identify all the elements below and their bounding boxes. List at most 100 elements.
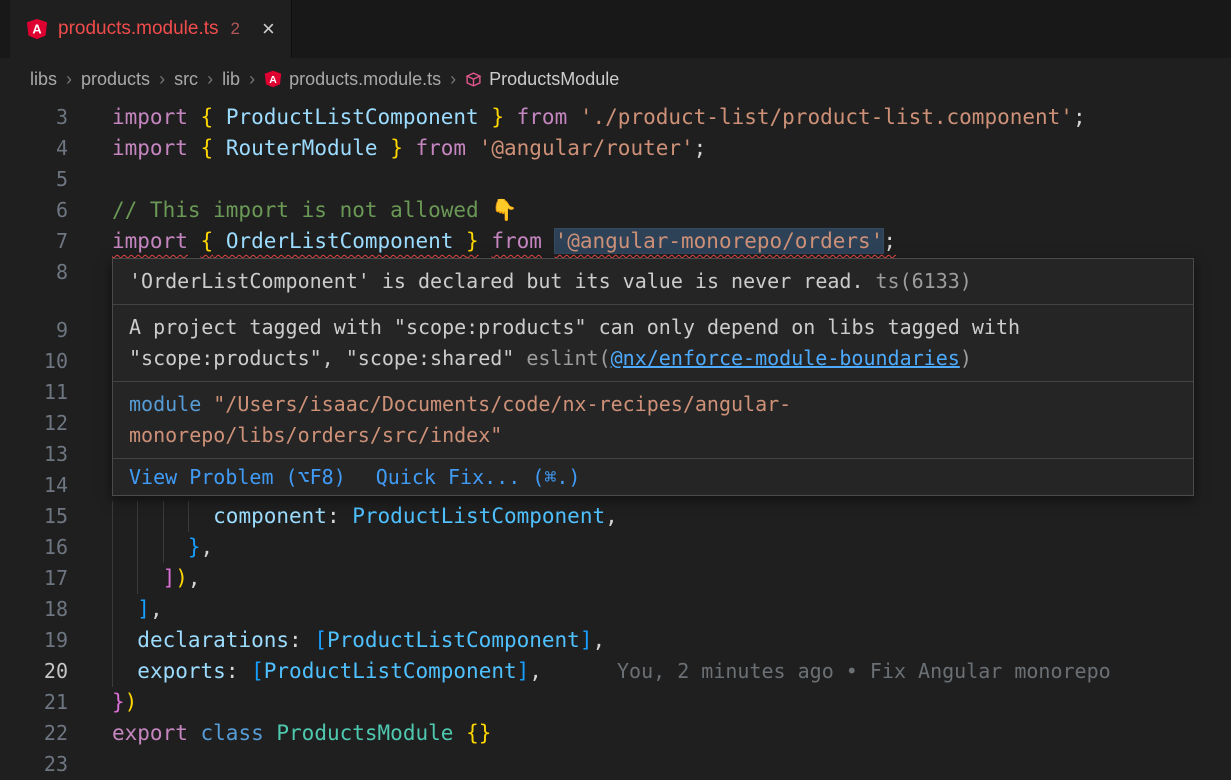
line-number-20[interactable]: 20	[0, 656, 68, 687]
editor-pane[interactable]: 3 import { ProductListComponent } from '.…	[0, 0, 1231, 780]
code-token	[542, 229, 555, 253]
code-token	[188, 105, 201, 129]
line-number-12[interactable]: 12	[0, 408, 68, 439]
line-number-8[interactable]: 8	[0, 257, 68, 288]
code-line-18[interactable]: 18 ],	[0, 594, 1231, 625]
code-token: :	[327, 504, 352, 528]
code-token: import	[112, 136, 188, 160]
code-token	[112, 659, 137, 683]
hover-actions: View Problem (⌥F8) Quick Fix... (⌘.)	[113, 458, 1193, 495]
code-token: }	[112, 690, 125, 714]
ts-error-text: 'OrderListComponent' is declared but its…	[129, 269, 864, 293]
code-token: OrderListComponent	[213, 229, 466, 253]
line-number-10[interactable]: 10	[0, 346, 68, 377]
code-token: RouterModule	[213, 136, 390, 160]
line-number-7[interactable]: 7	[0, 226, 68, 257]
code-line-20[interactable]: 20 exports: [ProductListComponent],You, …	[0, 656, 1231, 687]
code-line-6[interactable]: 6 // This import is not allowed 👇	[0, 195, 1231, 226]
code-token: ,	[529, 659, 542, 683]
line-number-13[interactable]: 13	[0, 439, 68, 470]
line-number-23[interactable]: 23	[0, 749, 68, 780]
hover-module-message: module"/Users/isaac/Documents/code/nx-re…	[113, 381, 1193, 458]
view-problem-button[interactable]: View Problem (⌥F8)	[129, 465, 346, 489]
code-text: })	[112, 687, 137, 718]
code-line-21[interactable]: 21})	[0, 687, 1231, 718]
code-token: ;	[883, 229, 896, 253]
code-token: ]	[517, 659, 530, 683]
code-token: exports	[137, 659, 226, 683]
code-token: from	[491, 229, 542, 253]
line-number-21[interactable]: 21	[0, 687, 68, 718]
code-token: ProductListComponent	[327, 628, 580, 652]
code-token: )	[125, 690, 138, 714]
eslint-rule-link[interactable]: @nx/enforce-module-boundaries	[611, 346, 960, 370]
code-line-15[interactable]: 15 component: ProductListComponent,	[0, 501, 1231, 532]
line-number-5[interactable]: 5	[0, 164, 68, 195]
code-token: ]	[137, 597, 150, 621]
code-token	[453, 721, 466, 745]
vscode-window: A products.module.ts 2 × libs › products…	[0, 0, 1231, 780]
line-number-15[interactable]: 15	[0, 501, 68, 532]
code-line-19[interactable]: 19 declarations: [ProductListComponent],	[0, 625, 1231, 656]
code-token	[567, 105, 580, 129]
code-text: // This import is not allowed 👇	[112, 195, 517, 226]
code-line-4[interactable]: 4 import { RouterModule } from '@angular/…	[0, 133, 1231, 164]
line-number-9[interactable]: 9	[0, 315, 68, 346]
module-keyword: module	[129, 392, 201, 416]
code-line-16[interactable]: 16 },	[0, 532, 1231, 563]
code-token: from	[416, 136, 467, 160]
code-token: {}	[466, 721, 491, 745]
code-token: import	[112, 229, 188, 253]
code-line-22[interactable]: 22export class ProductsModule {}	[0, 718, 1231, 749]
code-line-5[interactable]: 5	[0, 164, 1231, 195]
code-token: ProductListComponent	[352, 504, 605, 528]
line-number-6[interactable]: 6	[0, 195, 68, 226]
code-token	[188, 229, 201, 253]
code-token: )	[175, 566, 188, 590]
code-text: declarations: [ProductListComponent],	[112, 625, 605, 656]
code-text: import { ProductListComponent } from './…	[112, 102, 1086, 133]
code-token: from	[517, 105, 568, 129]
line-number-22[interactable]: 22	[0, 718, 68, 749]
line-number-16[interactable]: 16	[0, 532, 68, 563]
line-number-3[interactable]: 3	[0, 102, 68, 133]
code-line-23[interactable]: 23	[0, 749, 1231, 780]
hover-popup: 'OrderListComponent' is declared but its…	[112, 258, 1194, 496]
code-line-3[interactable]: 3 import { ProductListComponent } from '.…	[0, 102, 1231, 133]
code-token: {	[201, 136, 214, 160]
code-token: ,	[150, 597, 163, 621]
code-token: '@angular-monorepo/orders'	[555, 229, 884, 253]
code-token	[188, 721, 201, 745]
eslint-error-line2: "scope:products", "scope:shared"	[129, 346, 514, 370]
code-token: {	[201, 229, 214, 253]
module-path-line2: monorepo/libs/orders/src/index"	[129, 423, 502, 447]
line-number-4[interactable]: 4	[0, 133, 68, 164]
code-line-7[interactable]: 7import { OrderListComponent } from '@an…	[0, 226, 1231, 257]
code-token: './product-list/product-list.component'	[580, 105, 1073, 129]
code-token	[188, 136, 201, 160]
line-number-18[interactable]: 18	[0, 594, 68, 625]
code-token: }	[491, 105, 504, 129]
line-number-19[interactable]: 19	[0, 625, 68, 656]
line-number-11[interactable]: 11	[0, 377, 68, 408]
code-text: import { RouterModule } from '@angular/r…	[112, 133, 706, 164]
code-text: component: ProductListComponent,	[112, 501, 618, 532]
code-token: }	[188, 535, 201, 559]
eslint-source-suffix: )	[960, 346, 972, 370]
quick-fix-button[interactable]: Quick Fix... (⌘.)	[376, 465, 581, 489]
code-token	[112, 628, 137, 652]
code-token: :	[289, 628, 314, 652]
line-number-17[interactable]: 17	[0, 563, 68, 594]
eslint-error-line1: A project tagged with "scope:products" c…	[129, 315, 1020, 339]
code-token: ProductsModule	[276, 721, 453, 745]
code-token: ProductListComponent	[213, 105, 491, 129]
code-token: ;	[694, 136, 707, 160]
code-token: ;	[1073, 105, 1086, 129]
code-token: [	[314, 628, 327, 652]
line-number-14[interactable]: 14	[0, 470, 68, 501]
code-line-17[interactable]: 17 ]),	[0, 563, 1231, 594]
code-token: :	[226, 659, 251, 683]
code-token: {	[201, 105, 214, 129]
code-token	[466, 136, 479, 160]
code-token: ,	[201, 535, 214, 559]
